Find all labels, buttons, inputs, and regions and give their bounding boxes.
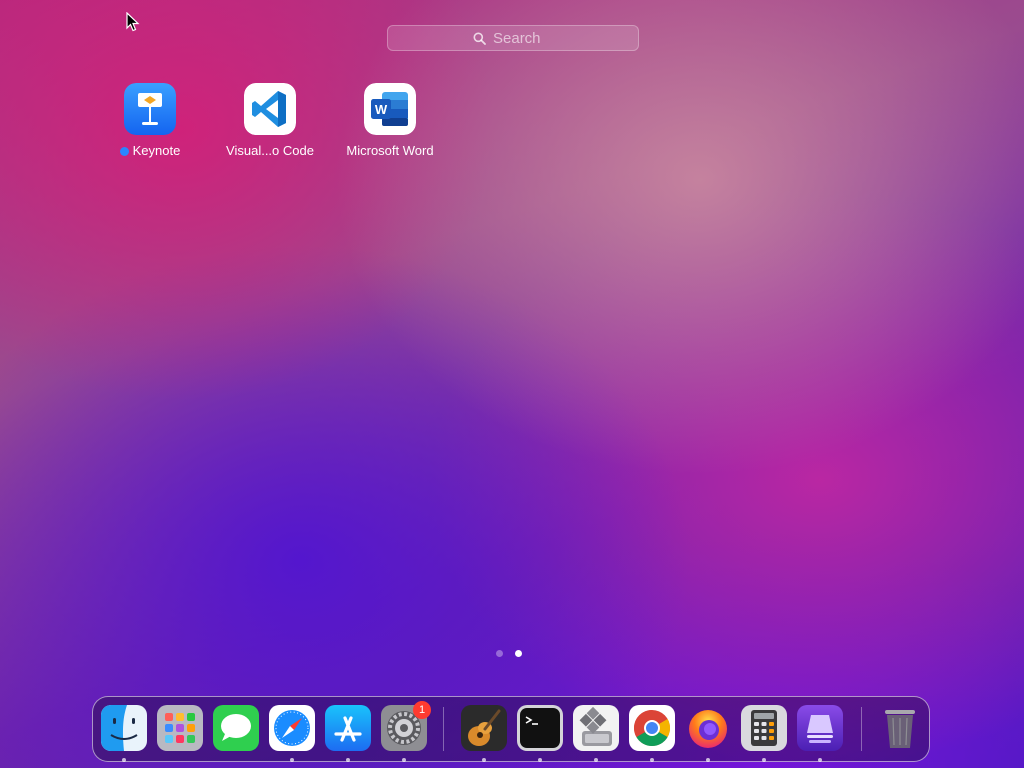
launchpad-search-field[interactable] bbox=[387, 25, 639, 51]
running-indicator bbox=[818, 758, 822, 762]
app-label: Visual...o Code bbox=[226, 143, 314, 158]
app-keynote[interactable]: Keynote bbox=[90, 83, 210, 159]
dock-item-system-preferences[interactable]: 1 bbox=[381, 701, 431, 751]
dock-item-chrome[interactable] bbox=[629, 705, 675, 751]
dock-item-safari[interactable] bbox=[269, 705, 315, 751]
dock-item-app-store[interactable] bbox=[325, 705, 371, 751]
running-indicator bbox=[482, 758, 486, 762]
running-indicator bbox=[402, 758, 406, 762]
mouse-pointer-icon bbox=[126, 12, 140, 32]
safari-icon bbox=[269, 705, 315, 751]
vscode-icon bbox=[244, 83, 296, 135]
dock-item-firefox[interactable] bbox=[685, 705, 731, 751]
running-indicator bbox=[122, 758, 126, 762]
search-input[interactable] bbox=[493, 29, 553, 47]
running-indicator bbox=[594, 758, 598, 762]
running-indicator bbox=[650, 758, 654, 762]
page-dot-1[interactable] bbox=[496, 650, 503, 657]
launchpad-icon bbox=[157, 705, 203, 751]
app-store-icon bbox=[325, 705, 371, 751]
keynote-icon bbox=[124, 83, 176, 135]
dock-item-calculator[interactable] bbox=[741, 705, 787, 751]
microsoft-word-icon: W bbox=[364, 83, 416, 135]
dock-item-messages[interactable] bbox=[213, 705, 259, 751]
boot-camp-icon bbox=[573, 705, 619, 751]
dock: 1 bbox=[92, 696, 930, 762]
running-indicator bbox=[706, 758, 710, 762]
terminal-icon bbox=[517, 705, 563, 751]
app-microsoft-word[interactable]: W Microsoft Word bbox=[330, 83, 450, 159]
trash-icon bbox=[885, 710, 915, 748]
search-icon bbox=[473, 32, 486, 45]
dock-item-terminal[interactable] bbox=[517, 705, 563, 751]
running-indicator bbox=[290, 758, 294, 762]
running-indicator bbox=[538, 758, 542, 762]
page-indicator bbox=[496, 650, 522, 657]
running-indicator bbox=[762, 758, 766, 762]
new-app-indicator-dot bbox=[119, 146, 129, 156]
dock-separator bbox=[443, 707, 444, 751]
page-dot-2-current[interactable] bbox=[515, 650, 522, 657]
guitar-icon bbox=[461, 705, 507, 751]
running-indicator bbox=[346, 758, 350, 762]
firefox-icon bbox=[689, 710, 727, 748]
notification-badge: 1 bbox=[413, 701, 431, 719]
svg-text:W: W bbox=[375, 102, 388, 117]
dock-separator bbox=[861, 707, 862, 751]
dock-item-trash[interactable] bbox=[877, 705, 923, 751]
finder-icon bbox=[101, 705, 147, 751]
calculator-icon bbox=[741, 705, 787, 751]
dock-item-apple-configurator[interactable] bbox=[797, 705, 843, 751]
app-label: Microsoft Word bbox=[346, 143, 434, 158]
dock-item-finder[interactable] bbox=[101, 705, 147, 751]
configurator-icon bbox=[797, 705, 843, 751]
messages-icon bbox=[213, 705, 259, 751]
dock-item-garageband[interactable] bbox=[461, 705, 507, 751]
app-label: Keynote bbox=[132, 143, 181, 158]
app-visual-studio-code[interactable]: Visual...o Code bbox=[210, 83, 330, 159]
dock-item-launchpad[interactable] bbox=[157, 705, 203, 751]
dock-item-boot-camp-assistant[interactable] bbox=[573, 705, 619, 751]
chrome-icon bbox=[629, 705, 675, 751]
